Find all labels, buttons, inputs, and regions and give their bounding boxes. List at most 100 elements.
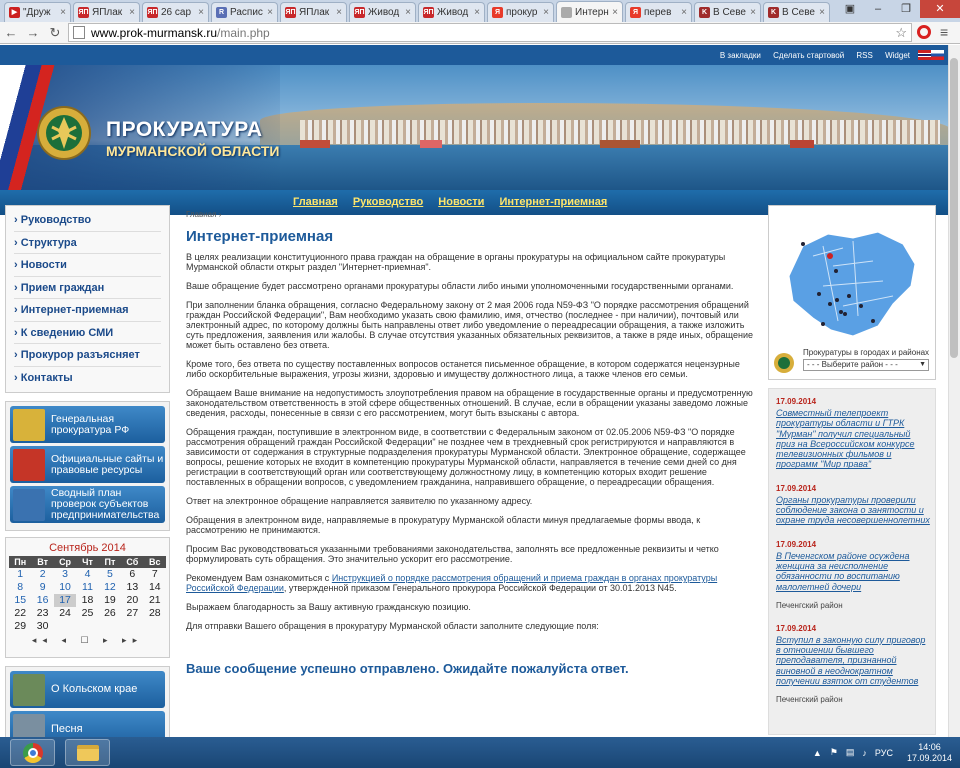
- browser-tab[interactable]: ЯП ЯПлак ×: [280, 2, 347, 22]
- promo-official-sites-button[interactable]: Официальные сайты и правовые ресурсы: [10, 446, 165, 483]
- tab-close-icon[interactable]: ×: [750, 7, 756, 18]
- news-location[interactable]: Печенгский район: [776, 695, 930, 704]
- calendar-day[interactable]: 29: [9, 620, 31, 633]
- browser-tab[interactable]: KВ Севе ×: [763, 2, 830, 22]
- tab-close-icon[interactable]: ×: [474, 7, 480, 18]
- clock[interactable]: 14:06 17.09.2014: [907, 742, 952, 764]
- nav-link-leadership[interactable]: Руководство: [353, 196, 423, 208]
- news-link[interactable]: Совместный телепроект прокуратуры област…: [776, 408, 930, 470]
- calendar-day[interactable]: 21: [144, 594, 166, 607]
- back-button[interactable]: ←: [0, 25, 22, 40]
- tab-close-icon[interactable]: ×: [405, 7, 411, 18]
- left-menu-structure[interactable]: Структура: [14, 232, 161, 254]
- nav-link-news[interactable]: Новости: [438, 196, 484, 208]
- tab-close-icon[interactable]: ×: [129, 7, 135, 18]
- flag-icon[interactable]: ⚑: [830, 747, 838, 758]
- tab-close-icon[interactable]: ×: [612, 7, 618, 18]
- language-indicator[interactable]: РУС: [875, 748, 893, 758]
- calendar-day[interactable]: 14: [144, 581, 166, 594]
- calendar-navigation[interactable]: ◂◂ ◂ ☐ ▸ ▸▸: [9, 635, 166, 646]
- tab-close-icon[interactable]: ×: [60, 7, 66, 18]
- calendar-day[interactable]: 12: [99, 581, 121, 594]
- browser-tab[interactable]: Япрокур ×: [487, 2, 554, 22]
- calendar-day[interactable]: 17: [53, 594, 77, 607]
- calendar-day[interactable]: 3: [54, 568, 76, 581]
- close-window-button[interactable]: ✕: [920, 0, 960, 18]
- taskbar-explorer-button[interactable]: [65, 739, 110, 766]
- logo-title[interactable]: ПРОКУРАТУРА: [106, 118, 263, 142]
- calendar-day[interactable]: 23: [31, 607, 53, 620]
- user-icon[interactable]: ▣: [836, 0, 864, 18]
- reload-button[interactable]: ↻: [44, 25, 66, 41]
- volume-icon[interactable]: ♪: [862, 748, 867, 758]
- calendar-day[interactable]: 10: [54, 581, 76, 594]
- news-link[interactable]: В Печенгском районе осуждена женщина за …: [776, 551, 930, 592]
- browser-tab[interactable]: KВ Севе ×: [694, 2, 761, 22]
- calendar-day[interactable]: 26: [99, 607, 121, 620]
- district-select[interactable]: - - - Выберите район - - -: [803, 359, 929, 371]
- news-location[interactable]: Печенгский район: [776, 601, 930, 610]
- browser-tab[interactable]: ЯП Живод ×: [418, 2, 485, 22]
- tab-close-icon[interactable]: ×: [267, 7, 273, 18]
- bookmark-star-icon[interactable]: ☆: [895, 25, 907, 41]
- forward-button[interactable]: →: [22, 25, 44, 40]
- calendar-day[interactable]: 8: [9, 581, 31, 594]
- address-bar[interactable]: www.prok-murmansk.ru/main.php ☆: [68, 23, 912, 42]
- tab-close-icon[interactable]: ×: [819, 7, 825, 18]
- menu-icon[interactable]: ≡: [940, 24, 948, 40]
- left-menu-contacts[interactable]: Контакты: [14, 367, 161, 390]
- calendar-day[interactable]: 19: [99, 594, 121, 607]
- left-menu-news[interactable]: Новости: [14, 254, 161, 277]
- english-flag-icon[interactable]: [918, 50, 944, 60]
- browser-tab[interactable]: ЯП 26 сар ×: [142, 2, 209, 22]
- promo-general-prosecutor-button[interactable]: Генеральная прокуратура РФ: [10, 406, 165, 443]
- tab-close-icon[interactable]: ×: [681, 7, 687, 18]
- left-menu-prosecutor-explains[interactable]: Прокурор разъясняет: [14, 344, 161, 367]
- calendar-day[interactable]: 30: [31, 620, 53, 633]
- browser-tab[interactable]: ЯП Живод ×: [349, 2, 416, 22]
- top-link-bookmark[interactable]: В закладки: [720, 51, 761, 60]
- promo-kola-region-button[interactable]: О Кольском крае: [10, 671, 165, 708]
- calendar-day[interactable]: 1: [9, 568, 31, 581]
- news-link[interactable]: Вступил в законную силу приговор в отнош…: [776, 635, 930, 686]
- maximize-button[interactable]: ❐: [892, 0, 920, 18]
- scrollbar-thumb[interactable]: [950, 58, 958, 358]
- nav-link-home[interactable]: Главная: [293, 196, 338, 208]
- taskbar-chrome-button[interactable]: [10, 739, 55, 766]
- calendar-day[interactable]: 2: [31, 568, 53, 581]
- promo-inspection-plan-button[interactable]: Сводный план проверок субъектов предприн…: [10, 486, 165, 523]
- left-menu-internet-reception[interactable]: Интернет-приемная: [14, 299, 161, 322]
- news-link[interactable]: Органы прокуратуры проверили соблюдение …: [776, 495, 930, 526]
- calendar-day[interactable]: 27: [121, 607, 143, 620]
- calendar-day[interactable]: 9: [31, 581, 53, 594]
- browser-tab[interactable]: Интерн ×: [556, 1, 623, 22]
- calendar-day[interactable]: 6: [121, 568, 143, 581]
- browser-tab[interactable]: ▶ "Друж ×: [4, 2, 71, 22]
- tab-close-icon[interactable]: ×: [336, 7, 342, 18]
- top-link-homepage[interactable]: Сделать стартовой: [773, 51, 844, 60]
- network-icon[interactable]: ▤: [846, 747, 855, 758]
- calendar-day[interactable]: 20: [121, 594, 143, 607]
- opera-extension-icon[interactable]: [917, 25, 931, 39]
- murmansk-region-map[interactable]: [783, 226, 923, 341]
- breadcrumb-home-link[interactable]: Главная: [186, 210, 216, 219]
- left-menu-citizen-reception[interactable]: Прием граждан: [14, 277, 161, 299]
- calendar-day[interactable]: 24: [54, 607, 76, 620]
- left-menu-leadership[interactable]: Руководство: [14, 209, 161, 232]
- top-link-widget[interactable]: Widget: [885, 51, 910, 60]
- left-menu-media[interactable]: К сведению СМИ: [14, 322, 161, 344]
- browser-tab[interactable]: ЯП ЯПлак ×: [73, 2, 140, 22]
- calendar-day[interactable]: 16: [31, 594, 53, 607]
- top-link-rss[interactable]: RSS: [856, 51, 872, 60]
- minimize-button[interactable]: –: [864, 0, 892, 18]
- calendar-day[interactable]: 18: [76, 594, 98, 607]
- logo-subtitle[interactable]: МУРМАНСКОЙ ОБЛАСТИ: [106, 143, 279, 159]
- browser-tab[interactable]: Яперев ×: [625, 2, 692, 22]
- calendar-day[interactable]: 25: [76, 607, 98, 620]
- browser-tab[interactable]: R Распис ×: [211, 2, 278, 22]
- tab-close-icon[interactable]: ×: [198, 7, 204, 18]
- calendar-day[interactable]: 22: [9, 607, 31, 620]
- promo-song-button[interactable]: Песня: [10, 711, 165, 737]
- calendar-day[interactable]: 4: [76, 568, 98, 581]
- nav-link-internet-reception[interactable]: Интернет-приемная: [499, 196, 607, 208]
